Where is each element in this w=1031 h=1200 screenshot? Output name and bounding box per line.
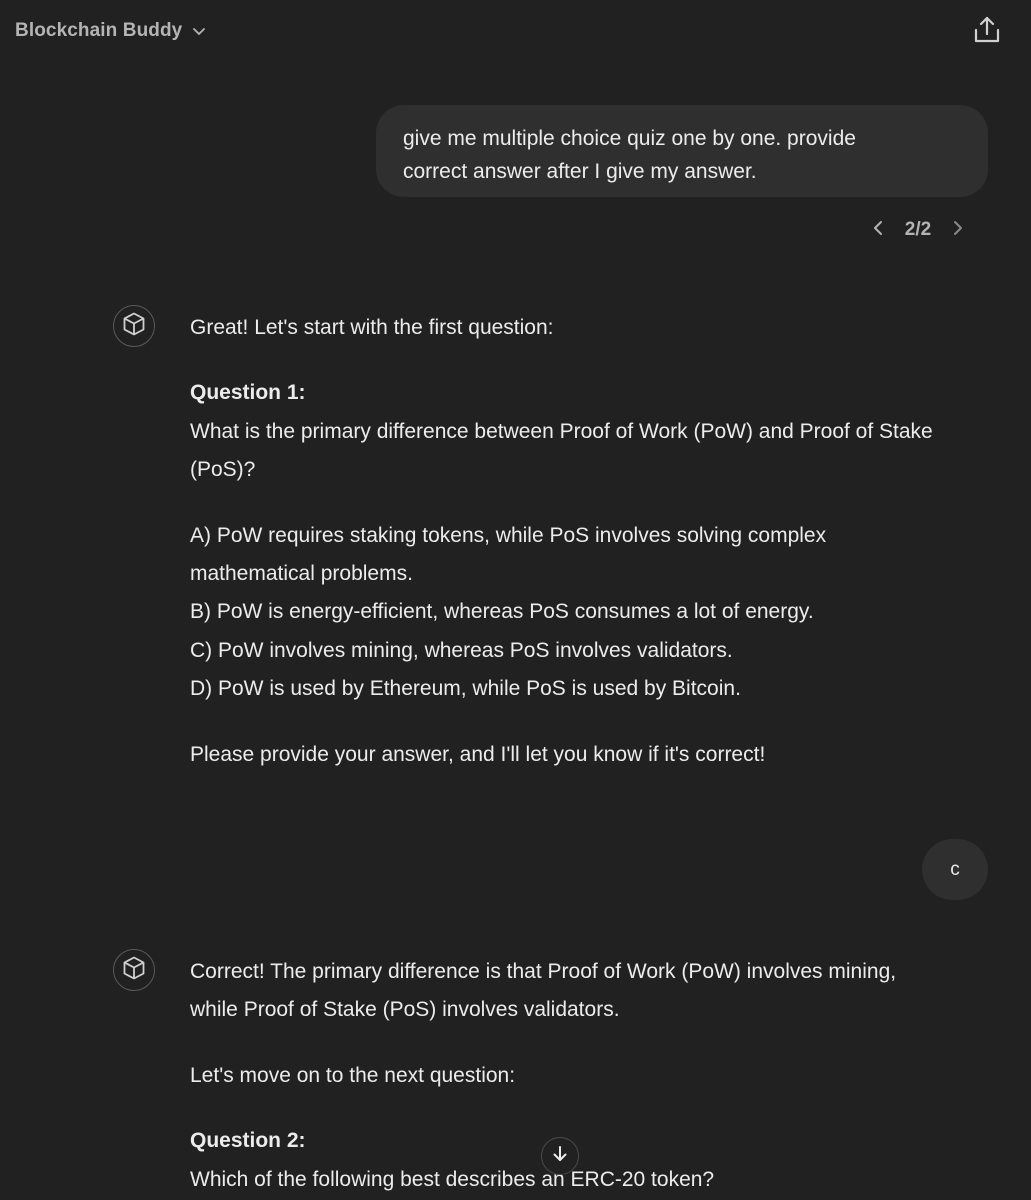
question-text: (PoS)? [190,458,256,482]
arrow-down-icon [550,1144,570,1169]
chevron-right-icon [951,219,965,242]
next-version-button[interactable] [944,214,972,246]
model-selector[interactable]: Blockchain Buddy [15,20,208,42]
user-message: c [922,839,988,900]
assistant-message: Correct! The primary difference is that … [190,953,990,1199]
answer-option: mathematical problems. [190,562,413,586]
share-icon [973,15,1001,50]
assistant-text: while Proof of Stake (PoS) involves vali… [190,998,620,1022]
model-name: Blockchain Buddy [15,20,183,41]
previous-version-button[interactable] [864,214,892,246]
assistant-intro: Great! Let's start with the first questi… [190,316,554,339]
answer-option: A) PoW requires staking tokens, while Po… [190,523,827,547]
assistant-message: Great! Let's start with the first questi… [190,309,990,774]
version-navigation: 2/2 [864,212,972,248]
chevron-down-icon [190,22,208,40]
answer-option: D) PoW is used by Ethereum, while PoS is… [190,677,741,701]
user-message: give me multiple choice quiz one by one.… [376,105,988,197]
question-text: What is the primary difference between P… [190,419,933,443]
user-message-line: correct answer after I give my answer. [403,160,757,183]
scroll-to-bottom-button[interactable] [541,1137,579,1175]
assistant-text: Correct! The primary difference is that … [190,960,897,983]
version-counter: 2/2 [904,219,932,240]
assistant-avatar [113,949,155,991]
answer-option: C) PoW involves mining, whereas PoS invo… [190,638,733,662]
cube-icon [121,311,147,342]
assistant-closing: Please provide your answer, and I'll let… [190,742,766,766]
assistant-transition: Let's move on to the next question: [190,1063,516,1087]
user-message-text: c [950,858,960,880]
question-text: Which of the following best describes an… [190,1167,715,1191]
answer-option: B) PoW is energy-efficient, whereas PoS … [190,600,814,624]
cube-icon [121,955,147,986]
user-message-line: give me multiple choice quiz one by one.… [403,127,856,150]
question-title: Question 2: [190,1129,306,1153]
top-bar: Blockchain Buddy [0,0,1031,68]
share-button[interactable] [970,14,1004,50]
chevron-left-icon [871,219,885,242]
assistant-avatar [113,305,155,347]
question-title: Question 1: [190,381,306,405]
